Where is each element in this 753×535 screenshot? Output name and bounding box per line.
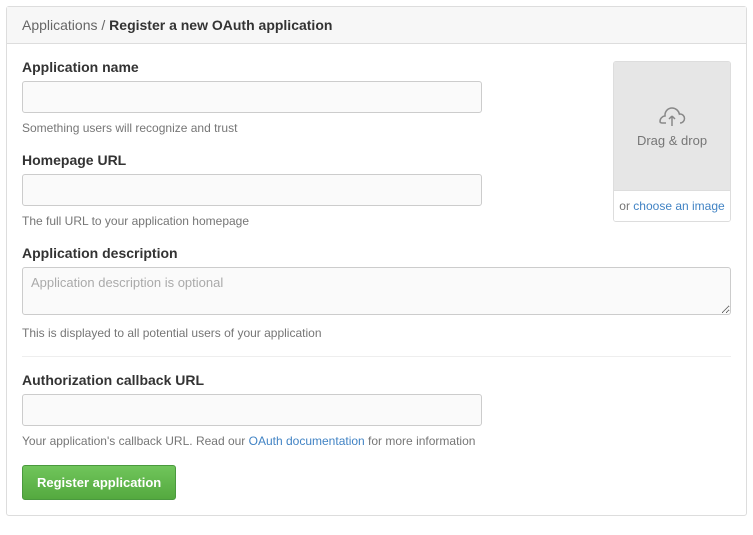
oauth-register-panel: Applications / Register a new OAuth appl… [6,6,747,516]
logo-drop-area[interactable]: Drag & drop [614,62,730,190]
breadcrumb: Applications / Register a new OAuth appl… [7,7,746,44]
homepage-url-input[interactable] [22,174,482,206]
application-description-group: Application description This is displaye… [22,245,731,342]
breadcrumb-parent: Applications [22,17,98,33]
register-application-button[interactable]: Register application [22,465,176,500]
callback-help-prefix: Your application's callback URL. Read ou… [22,434,249,448]
callback-url-help: Your application's callback URL. Read ou… [22,432,731,450]
homepage-url-help: The full URL to your application homepag… [22,212,598,230]
application-description-help: This is displayed to all potential users… [22,324,731,342]
homepage-url-label: Homepage URL [22,152,598,168]
homepage-url-group: Homepage URL The full URL to your applic… [22,152,598,230]
logo-or-text: or [619,199,633,213]
choose-image-link[interactable]: choose an image [633,199,724,213]
application-name-label: Application name [22,59,598,75]
logo-drop-label: Drag & drop [637,133,707,148]
oauth-documentation-link[interactable]: OAuth documentation [249,434,365,448]
application-name-input[interactable] [22,81,482,113]
logo-dropzone[interactable]: Drag & drop or choose an image [613,61,731,222]
callback-url-input[interactable] [22,394,482,426]
application-name-help: Something users will recognize and trust [22,119,598,137]
application-description-textarea[interactable] [22,267,731,315]
cloud-upload-icon [658,105,686,129]
application-name-group: Application name Something users will re… [22,59,598,137]
callback-url-group: Authorization callback URL Your applicat… [22,372,731,450]
panel-body: Application name Something users will re… [7,44,746,515]
callback-help-suffix: for more information [365,434,476,448]
section-divider [22,356,731,357]
page-title: Register a new OAuth application [109,17,332,33]
logo-dropzone-footer: or choose an image [614,190,730,221]
breadcrumb-separator: / [98,17,110,33]
application-description-label: Application description [22,245,731,261]
callback-url-label: Authorization callback URL [22,372,731,388]
